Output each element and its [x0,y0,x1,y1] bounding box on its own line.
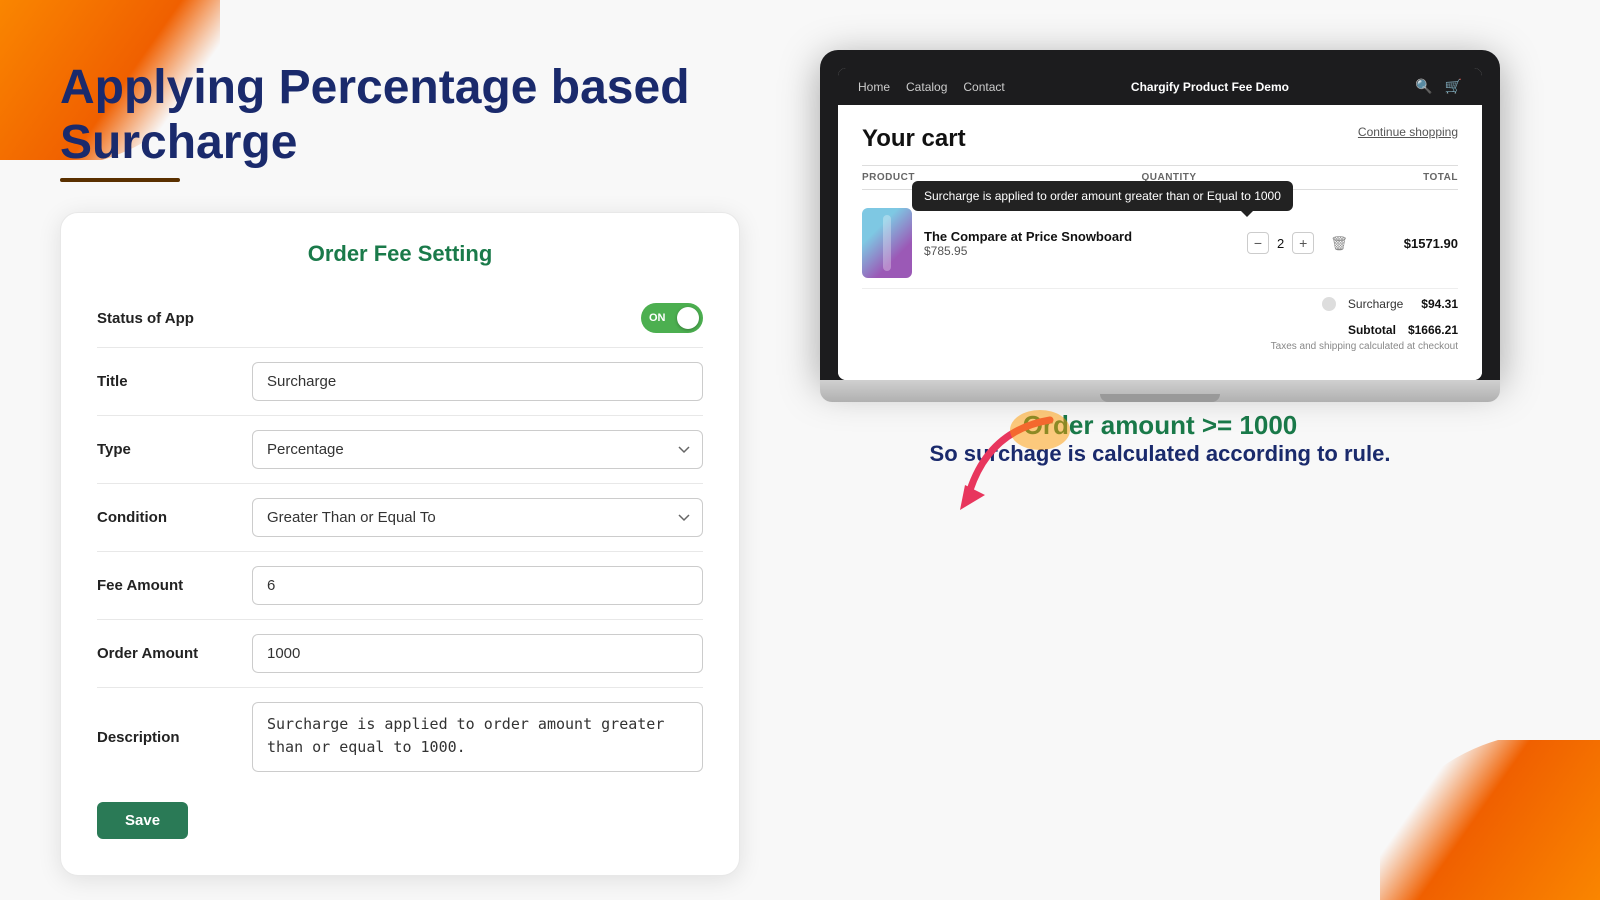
arrow-decoration [910,400,1070,525]
surcharge-amount: $94.31 [1421,297,1458,311]
toggle-thumb [677,307,699,329]
type-field-label: Type [97,441,252,458]
qty-increase-btn[interactable]: + [1292,232,1314,254]
nav-icons: 🔍 🛒 [1415,78,1462,95]
nav-catalog[interactable]: Catalog [906,80,947,94]
continue-shopping-link[interactable]: Continue shopping [1358,125,1458,139]
item-total: $1571.90 [1388,236,1458,251]
condition-row: Condition Greater Than or Equal To Less … [97,484,703,552]
cart-area: Your cart Continue shopping PRODUCT QUAN… [838,105,1482,380]
toggle-on-text: ON [649,312,666,324]
product-info: The Compare at Price Snowboard $785.95 [924,229,1207,258]
subtotal-amount: $1666.21 [1408,323,1458,337]
description-row: Description Surcharge is applied to orde… [97,688,703,786]
order-amount-input[interactable] [252,634,703,673]
save-button[interactable]: Save [97,802,188,839]
qty-decrease-btn[interactable]: − [1247,232,1269,254]
nav-contact[interactable]: Contact [963,80,1004,94]
surcharge-summary-row: Surcharge $94.31 [862,289,1458,319]
tax-text: Taxes and shipping calculated at checkou… [862,341,1458,360]
qty-value: 2 [1277,236,1284,251]
trash-icon[interactable]: 🗑 [1330,235,1348,252]
cart-title: Your cart [862,125,966,153]
store-nav: Home Catalog Contact Chargify Product Fe… [838,68,1482,105]
order-amount-label: Order Amount [97,645,252,662]
surcharge-dot [1322,297,1336,311]
laptop-screen-outer: Home Catalog Contact Chargify Product Fe… [820,50,1500,380]
col-product: PRODUCT [862,172,915,183]
fee-amount-label: Fee Amount [97,577,252,594]
product-name: The Compare at Price Snowboard [924,229,1207,244]
form-card-title: Order Fee Setting [97,241,703,267]
subtotal-label: Subtotal [1348,323,1396,337]
surcharge-tooltip: Surcharge is applied to order amount gre… [912,181,1293,211]
fee-amount-input[interactable] [252,566,703,605]
condition-field-label: Condition [97,509,252,526]
surcharge-label: Surcharge [1348,297,1403,311]
cart-icon[interactable]: 🛒 [1445,78,1462,95]
qty-controls: − 2 + 🗑 [1247,232,1348,254]
status-label: Status of App [97,310,641,327]
title-row: Title [97,348,703,416]
title-underline [60,178,180,182]
product-price: $785.95 [924,244,1207,258]
form-card: Order Fee Setting Status of App ON Title… [60,212,740,876]
laptop-screen-inner: Home Catalog Contact Chargify Product Fe… [838,68,1482,380]
status-row: Status of App ON [97,289,703,348]
col-total: TOTAL [1423,172,1458,183]
laptop-base [820,380,1500,402]
type-row: Type Percentage Fixed [97,416,703,484]
page-title: Applying Percentage based Surcharge [60,60,740,170]
search-icon[interactable]: 🔍 [1415,78,1432,95]
cart-title-row: Your cart Continue shopping [862,125,1458,153]
description-textarea[interactable]: Surcharge is applied to order amount gre… [252,702,703,772]
nav-home[interactable]: Home [858,80,890,94]
left-panel: Applying Percentage based Surcharge Orde… [60,40,740,860]
right-panel: Home Catalog Contact Chargify Product Fe… [780,40,1540,860]
product-image [862,208,912,278]
title-input[interactable] [252,362,703,401]
store-brand: Chargify Product Fee Demo [1131,80,1289,94]
title-field-label: Title [97,373,252,390]
condition-select[interactable]: Greater Than or Equal To Less Than Equal… [252,498,703,537]
laptop-mockup: Home Catalog Contact Chargify Product Fe… [820,50,1500,402]
cart-item: The Compare at Price Snowboard $785.95 −… [862,198,1458,289]
fee-amount-row: Fee Amount [97,552,703,620]
order-amount-row: Order Amount [97,620,703,688]
status-toggle[interactable]: ON [641,303,703,333]
subtotal-row: Subtotal $1666.21 [862,319,1458,341]
description-label: Description [97,729,252,746]
type-select[interactable]: Percentage Fixed [252,430,703,469]
